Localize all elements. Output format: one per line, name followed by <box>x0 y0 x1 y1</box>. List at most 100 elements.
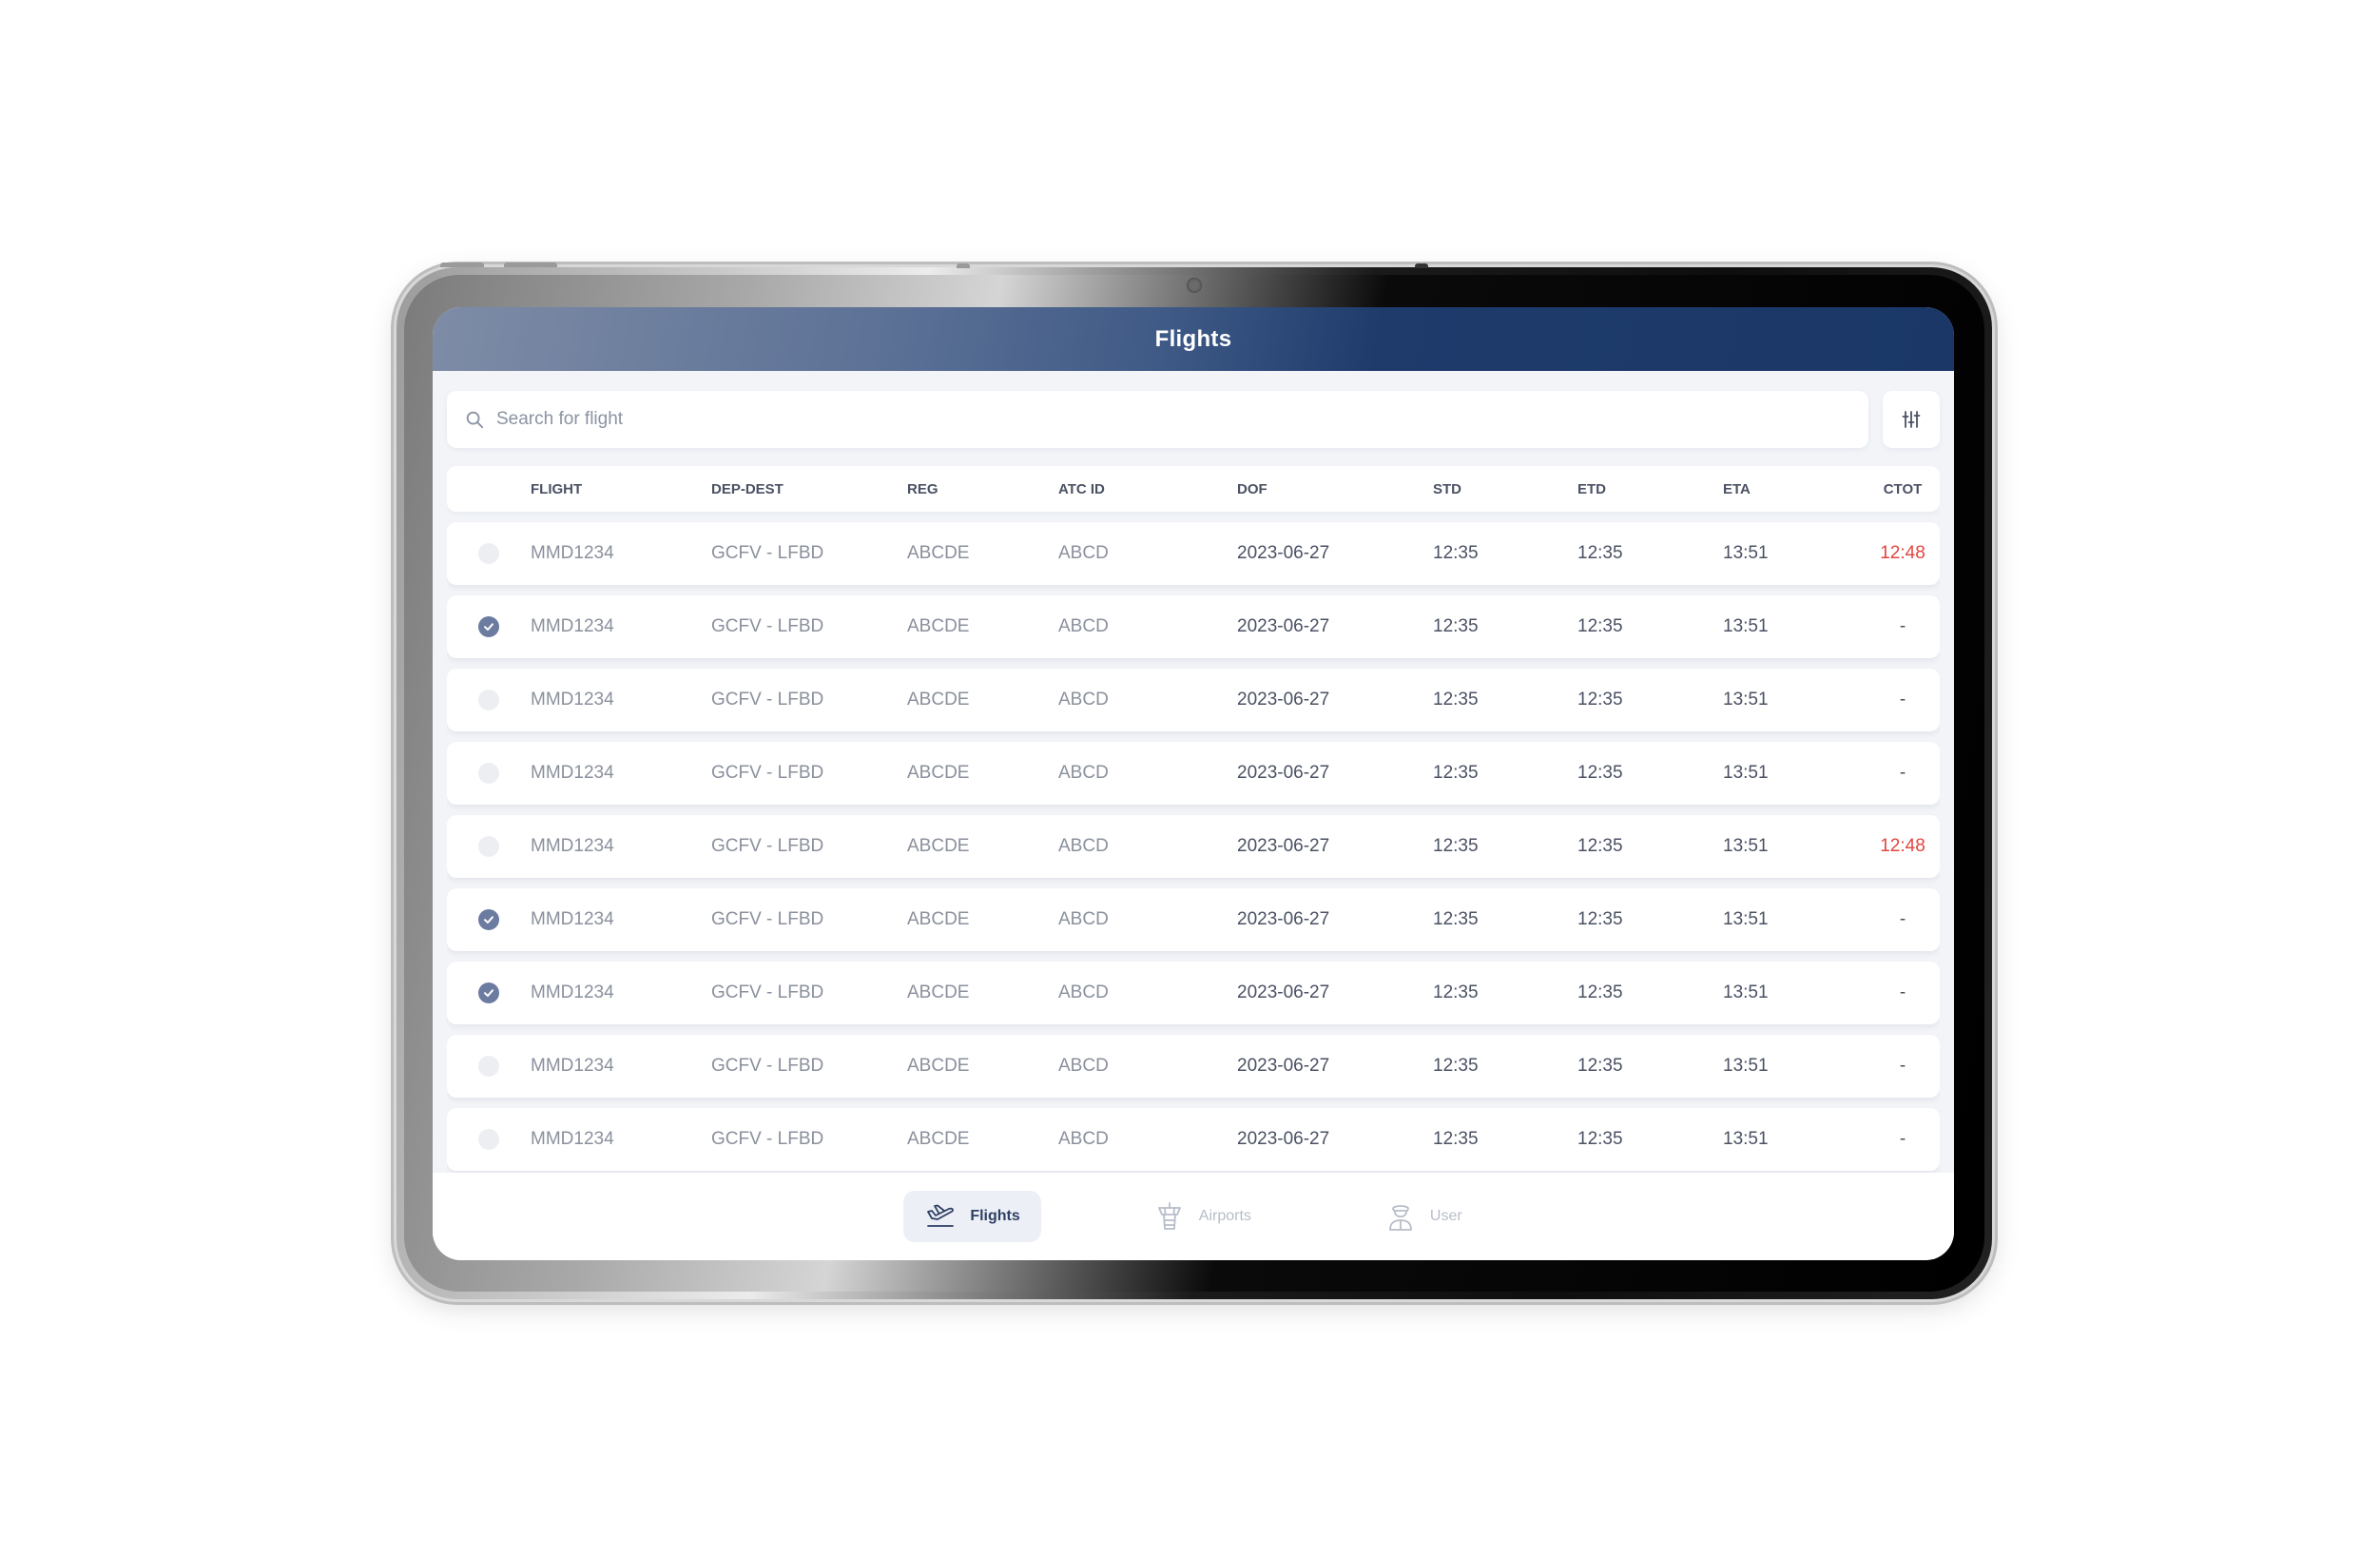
cell-flight: MMD1234 <box>531 982 614 1002</box>
table-row[interactable]: MMD1234 GCFV - LFBD ABCDE ABCD 2023-06-27 12:… <box>447 962 1940 1024</box>
checkmark-icon <box>484 623 493 631</box>
cell-flight: MMD1234 <box>531 836 614 856</box>
cell-dep-dest: GCFV - LFBD <box>711 616 824 636</box>
cell-dof: 2023-06-27 <box>1237 982 1330 1002</box>
cell-reg: ABCDE <box>907 763 970 783</box>
row-checkbox[interactable] <box>478 982 499 1003</box>
column-header-std[interactable]: STD <box>1433 481 1577 497</box>
table-row[interactable]: MMD1234 GCFV - LFBD ABCDE ABCD 2023-06-27 12:… <box>447 1108 1940 1171</box>
table-row[interactable]: MMD1234 GCFV - LFBD ABCDE ABCD 2023-06-27 12:… <box>447 888 1940 951</box>
cell-ctot: - <box>1899 763 1906 783</box>
row-checkbox[interactable] <box>478 763 499 784</box>
row-checkbox[interactable] <box>478 1129 499 1150</box>
cell-eta: 13:51 <box>1723 1129 1769 1149</box>
filter-button[interactable] <box>1883 391 1940 448</box>
cell-etd: 12:35 <box>1577 1129 1623 1149</box>
cell-ctot: - <box>1899 616 1906 636</box>
side-button <box>1415 263 1428 268</box>
page-title: Flights <box>1154 325 1232 352</box>
app-screen: Flights FLIGHT DEP-DEST REG <box>433 307 1954 1260</box>
flights-table: FLIGHT DEP-DEST REG ATC ID DOF STD ETD E… <box>447 466 1940 1173</box>
column-header-dep-dest[interactable]: DEP-DEST <box>711 481 907 497</box>
search-input[interactable] <box>496 409 1067 430</box>
table-row[interactable]: MMD1234 GCFV - LFBD ABCDE ABCD 2023-06-27 12:… <box>447 669 1940 731</box>
row-select-cell <box>447 1129 531 1150</box>
table-row[interactable]: MMD1234 GCFV - LFBD ABCDE ABCD 2023-06-27 12:… <box>447 595 1940 658</box>
search-box[interactable] <box>447 391 1868 448</box>
column-header-ctot[interactable]: CTOT <box>1866 481 1940 497</box>
cell-reg: ABCDE <box>907 1056 970 1076</box>
row-checkbox[interactable] <box>478 1056 499 1077</box>
cell-atc-id: ABCD <box>1058 616 1109 636</box>
cell-ctot: - <box>1899 690 1906 710</box>
search-row <box>447 391 1940 448</box>
cell-atc-id: ABCD <box>1058 1129 1109 1149</box>
cell-dep-dest: GCFV - LFBD <box>711 690 824 710</box>
column-header-reg[interactable]: REG <box>907 481 1058 497</box>
cell-etd: 12:35 <box>1577 909 1623 929</box>
cell-std: 12:35 <box>1433 763 1479 783</box>
table-row[interactable]: MMD1234 GCFV - LFBD ABCDE ABCD 2023-06-27 12:… <box>447 815 1940 878</box>
cell-std: 12:35 <box>1433 909 1479 929</box>
cell-dep-dest: GCFV - LFBD <box>711 543 824 563</box>
cell-flight: MMD1234 <box>531 690 614 710</box>
cell-dep-dest: GCFV - LFBD <box>711 909 824 929</box>
row-checkbox[interactable] <box>478 543 499 564</box>
cell-flight: MMD1234 <box>531 1129 614 1149</box>
nav-item-flights[interactable]: Flights <box>903 1191 1041 1242</box>
search-icon <box>466 411 484 429</box>
cell-etd: 12:35 <box>1577 543 1623 563</box>
cell-dof: 2023-06-27 <box>1237 1056 1330 1076</box>
cell-std: 12:35 <box>1433 616 1479 636</box>
cell-flight: MMD1234 <box>531 616 614 636</box>
cell-atc-id: ABCD <box>1058 982 1109 1002</box>
column-header-eta[interactable]: ETA <box>1723 481 1866 497</box>
cell-flight: MMD1234 <box>531 1056 614 1076</box>
column-header-flight[interactable]: FLIGHT <box>531 481 711 497</box>
row-checkbox[interactable] <box>478 616 499 637</box>
row-select-cell <box>447 690 531 710</box>
cell-dep-dest: GCFV - LFBD <box>711 1056 824 1076</box>
table-row[interactable]: MMD1234 GCFV - LFBD ABCDE ABCD 2023-06-27 12:… <box>447 522 1940 585</box>
row-checkbox[interactable] <box>478 909 499 930</box>
pilot-icon <box>1388 1205 1412 1231</box>
cell-atc-id: ABCD <box>1058 1056 1109 1076</box>
bottom-nav: Flights Airports User <box>433 1173 1954 1260</box>
sliders-icon <box>1902 411 1921 428</box>
cell-ctot: - <box>1899 982 1906 1002</box>
table-row[interactable]: MMD1234 GCFV - LFBD ABCDE ABCD 2023-06-27 12:… <box>447 742 1940 805</box>
cell-eta: 13:51 <box>1723 763 1769 783</box>
nav-item-airports[interactable]: Airports <box>1132 1191 1272 1242</box>
cell-dof: 2023-06-27 <box>1237 690 1330 710</box>
nav-label-airports: Airports <box>1198 1208 1251 1224</box>
cell-ctot: - <box>1899 1129 1906 1149</box>
cell-dof: 2023-06-27 <box>1237 763 1330 783</box>
volume-button <box>504 263 557 267</box>
table-row[interactable]: MMD1234 GCFV - LFBD ABCDE ABCD 2023-06-27 12:… <box>447 1035 1940 1098</box>
cell-reg: ABCDE <box>907 909 970 929</box>
cell-reg: ABCDE <box>907 616 970 636</box>
table-body: MMD1234 GCFV - LFBD ABCDE ABCD 2023-06-27 12:… <box>447 522 1940 1171</box>
cell-reg: ABCDE <box>907 836 970 856</box>
checkmark-icon <box>484 916 493 924</box>
cell-ctot: - <box>1899 1056 1906 1076</box>
front-camera <box>1187 278 1202 293</box>
cell-etd: 12:35 <box>1577 690 1623 710</box>
cell-eta: 13:51 <box>1723 1056 1769 1076</box>
airplane-icon <box>927 1204 955 1227</box>
column-header-dof[interactable]: DOF <box>1237 481 1433 497</box>
cell-eta: 13:51 <box>1723 982 1769 1002</box>
row-checkbox[interactable] <box>478 836 499 857</box>
cell-etd: 12:35 <box>1577 836 1623 856</box>
row-select-cell <box>447 616 531 637</box>
control-tower-icon <box>1157 1202 1181 1230</box>
row-select-cell <box>447 909 531 930</box>
column-header-atc-id[interactable]: ATC ID <box>1058 481 1237 497</box>
nav-item-user[interactable]: User <box>1364 1191 1483 1242</box>
cell-eta: 13:51 <box>1723 836 1769 856</box>
row-checkbox[interactable] <box>478 690 499 710</box>
row-select-cell <box>447 982 531 1003</box>
table-header: FLIGHT DEP-DEST REG ATC ID DOF STD ETD E… <box>447 466 1940 512</box>
cell-std: 12:35 <box>1433 543 1479 563</box>
column-header-etd[interactable]: ETD <box>1577 481 1723 497</box>
